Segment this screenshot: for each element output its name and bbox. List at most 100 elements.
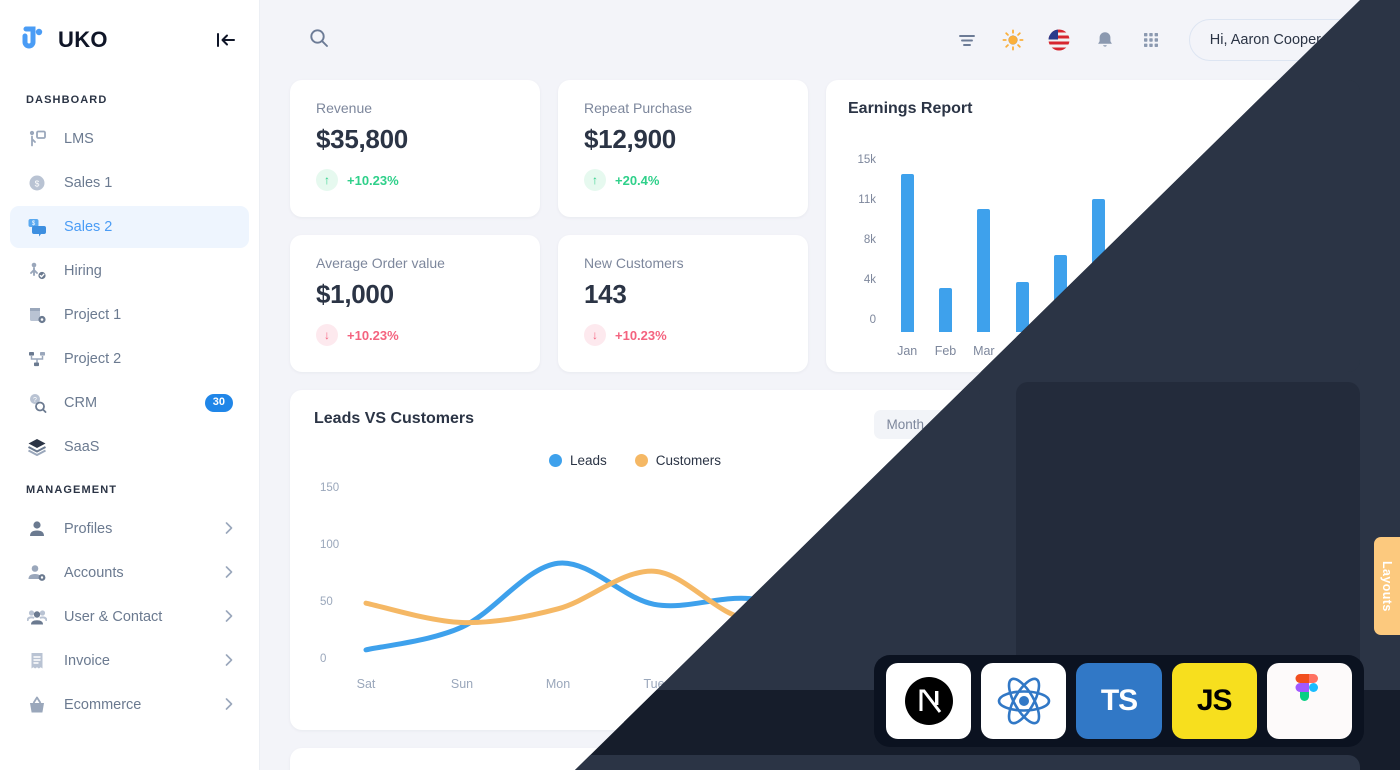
invoice-icon [26, 650, 48, 672]
filter-lines-icon[interactable] [955, 28, 979, 52]
earnings-bar[interactable] [1245, 226, 1259, 332]
sidebar-item-invoice[interactable]: Invoice [10, 640, 249, 682]
earnings-y-tick: 4k [863, 274, 876, 286]
chevron-right-icon [225, 653, 233, 669]
earnings-bar[interactable] [1207, 255, 1221, 332]
typescript-icon[interactable]: TS [1076, 663, 1162, 739]
earnings-y-tick: 15k [857, 154, 876, 166]
chevron-right-icon [225, 565, 233, 581]
earnings-y-tick: 11k [858, 194, 876, 206]
user-menu-button[interactable]: Hi, Aaron Cooper [1188, 19, 1370, 61]
earnings-bar[interactable] [1284, 278, 1297, 332]
sun-icon[interactable] [1001, 28, 1025, 52]
kpi-title: Average Order value [316, 255, 445, 271]
earnings-bar[interactable] [1130, 301, 1144, 332]
leads-range-dropdown[interactable]: Month [874, 410, 956, 439]
kpi-row-1: Revenue $35,800 ↑ +10.23% Repeat Purchas… [290, 80, 808, 217]
sidebar-item-accounts[interactable]: Accounts [10, 552, 249, 594]
search-icon[interactable] [308, 27, 330, 54]
javascript-icon[interactable]: JS [1171, 663, 1257, 739]
sidebar-item-ecommerce[interactable]: Ecommerce [10, 684, 249, 726]
leads-y-tick: 50 [320, 596, 333, 608]
kpi-delta: ↑ +20.4% [584, 169, 782, 191]
earnings-bar[interactable] [900, 174, 914, 332]
leads-x-tick: Wed [737, 677, 763, 691]
earnings-bar[interactable] [1054, 255, 1067, 332]
earnings-bar[interactable] [939, 288, 952, 332]
sidebar-item-label: Profiles [64, 521, 113, 537]
earnings-x-tick: Jan [897, 344, 918, 358]
arrow-down-icon: ↓ [584, 324, 606, 346]
sidebar-item-label: User & Contact [64, 609, 163, 625]
earnings-bar-column [977, 172, 991, 332]
sidebar-item-sales-2[interactable]: $ Sales 2 [10, 206, 249, 248]
kpi-value: $1,000 [316, 279, 394, 309]
kpi-grid: Revenue $35,800 ↑ +10.23% Repeat Purchas… [290, 80, 808, 372]
svg-text:?: ? [33, 397, 37, 404]
project-box-icon [26, 304, 48, 326]
layouts-tab[interactable]: Layouts [1374, 537, 1400, 635]
javascript-label: JS [1196, 684, 1233, 717]
kpi-delta: ↓ +10.23% [316, 324, 514, 346]
sidebar-item-profiles[interactable]: Profiles [10, 508, 249, 550]
leads-x-tick: Tue [643, 677, 665, 691]
sidebar-item-project-2[interactable]: Project 2 [10, 338, 249, 380]
legend-label: Customers [655, 453, 722, 468]
react-icon[interactable] [981, 663, 1067, 739]
project-tree-icon [26, 348, 48, 370]
project-status-title: Project Status [1130, 410, 1238, 427]
sales-chat-icon: $ [26, 216, 48, 238]
avg-range-label: Avg Range [1147, 531, 1221, 548]
sidebar-item-label: LMS [64, 131, 94, 147]
basket-icon [26, 694, 48, 716]
user-gear-icon [26, 562, 48, 584]
kpi-delta-text: +10.23% [347, 172, 399, 188]
collapse-sidebar-icon[interactable] [215, 30, 237, 50]
caret-down-icon [1336, 104, 1348, 112]
earnings-bar[interactable] [1322, 174, 1336, 332]
topbar: Hi, Aaron Cooper [260, 0, 1400, 80]
apps-grid-icon[interactable] [1139, 28, 1163, 52]
sidebar-item-saas[interactable]: SaaS [10, 426, 249, 468]
earnings-bar[interactable] [1092, 199, 1106, 332]
figma-icon[interactable] [1266, 663, 1353, 739]
sidebar-item-user-contact[interactable]: User & Contact [10, 596, 249, 638]
kpi-delta: ↑ +10.23% [316, 169, 514, 191]
bell-icon[interactable] [1093, 28, 1117, 52]
legend-item-customers[interactable]: Customers [634, 453, 722, 468]
earnings-range-dropdown[interactable]: Month [1287, 100, 1348, 116]
kpi-value: $12,900 [584, 124, 676, 154]
online-status-dot [1352, 46, 1361, 55]
sidebar-item-hiring[interactable]: Hiring [10, 250, 249, 292]
dollar-coin-icon: $ [26, 172, 48, 194]
sidebar-item-sales-1[interactable]: $ Sales 1 [10, 162, 249, 204]
earnings-header: Earnings Report Month [848, 100, 1348, 118]
earnings-bar[interactable] [977, 209, 991, 332]
chevron-right-icon [225, 521, 233, 537]
layers-icon [26, 436, 48, 458]
sidebar-item-lms[interactable]: LMS [10, 118, 249, 160]
kpi-delta-text: +20.4% [615, 172, 660, 188]
us-flag-icon[interactable] [1047, 28, 1071, 52]
legend-item-leads[interactable]: Leads [548, 453, 607, 468]
sidebar-item-crm[interactable]: ? CRM 30 [10, 382, 249, 424]
earnings-bar[interactable] [1015, 282, 1029, 332]
earnings-x-tick: May [1048, 344, 1073, 358]
avg-range-value: 140 [1156, 550, 1212, 586]
leads-x-tick: Thu [835, 677, 857, 691]
earnings-bar[interactable] [1169, 209, 1182, 332]
sidebar-item-label: SaaS [64, 439, 100, 455]
earnings-y-tick: 0 [869, 314, 876, 326]
leads-header: Leads VS Customers Month [314, 410, 956, 439]
chevron-right-icon [225, 697, 233, 713]
earnings-x-tick: Oct [1242, 344, 1262, 358]
leads-x-tick: Sat [356, 677, 376, 691]
earnings-bar-column [1245, 172, 1259, 332]
earnings-x-tick: Jul [1129, 344, 1146, 358]
sidebar-item-project-1[interactable]: Project 1 [10, 294, 249, 336]
kpi-title: New Customers [584, 255, 684, 271]
nextjs-icon[interactable] [886, 663, 972, 739]
earnings-x-tick: Sep [1202, 344, 1225, 358]
sidebar-section-title: MANAGEMENT [26, 484, 118, 496]
kpi-card-new-customers: New Customers 143 ↓ +10.23% [558, 235, 808, 372]
